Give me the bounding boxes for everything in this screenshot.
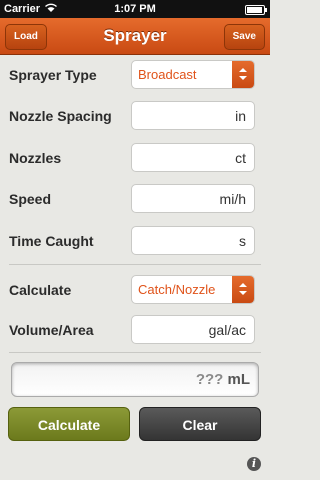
divider — [9, 352, 261, 353]
time-caught-unit: s — [239, 233, 246, 249]
nav-bar: Load Sprayer Save — [0, 18, 270, 55]
calculate-value: Catch/Nozzle — [138, 282, 216, 297]
row-time-caught: Time Caught s — [0, 226, 270, 256]
row-sprayer-type: Sprayer Type Broadcast — [0, 60, 270, 90]
battery-icon — [245, 5, 267, 15]
info-icon[interactable]: i — [247, 457, 261, 471]
speed-label: Speed — [9, 191, 52, 207]
nozzle-spacing-input[interactable]: in — [131, 101, 255, 130]
time-caught-label: Time Caught — [9, 233, 94, 249]
volume-area-label: Volume/Area — [9, 322, 94, 338]
calculate-label: Calculate — [9, 282, 72, 298]
status-bar: Carrier 1:07 PM — [0, 0, 270, 18]
clear-button[interactable]: Clear — [139, 407, 261, 441]
row-nozzle-spacing: Nozzle Spacing in — [0, 101, 270, 131]
select-arrows-icon — [232, 61, 254, 88]
row-nozzles: Nozzles ct — [0, 143, 270, 173]
result-display: ??? mL — [11, 362, 259, 397]
row-speed: Speed mi/h — [0, 184, 270, 214]
nozzles-input[interactable]: ct — [131, 143, 255, 172]
calculate-select[interactable]: Catch/Nozzle — [131, 275, 255, 304]
volume-area-unit: gal/ac — [208, 322, 246, 338]
nozzle-spacing-label: Nozzle Spacing — [9, 108, 112, 124]
row-calculate: Calculate Catch/Nozzle — [0, 275, 270, 305]
time-caught-input[interactable]: s — [131, 226, 255, 255]
sprayer-type-value: Broadcast — [138, 67, 197, 82]
result-value: ??? — [195, 371, 224, 388]
nozzle-spacing-unit: in — [235, 108, 246, 124]
sprayer-type-label: Sprayer Type — [9, 67, 97, 83]
divider — [9, 264, 261, 265]
speed-input[interactable]: mi/h — [131, 184, 255, 213]
row-volume-area: Volume/Area gal/ac — [0, 315, 270, 345]
speed-unit: mi/h — [219, 191, 246, 207]
select-arrows-icon — [232, 276, 254, 303]
nozzles-label: Nozzles — [9, 150, 62, 166]
save-button[interactable]: Save — [223, 24, 265, 50]
clock: 1:07 PM — [114, 3, 156, 15]
sprayer-type-select[interactable]: Broadcast — [131, 60, 255, 89]
result-unit: mL — [227, 371, 251, 388]
calculate-button[interactable]: Calculate — [8, 407, 130, 441]
nozzles-unit: ct — [235, 150, 246, 166]
volume-area-input[interactable]: gal/ac — [131, 315, 255, 344]
